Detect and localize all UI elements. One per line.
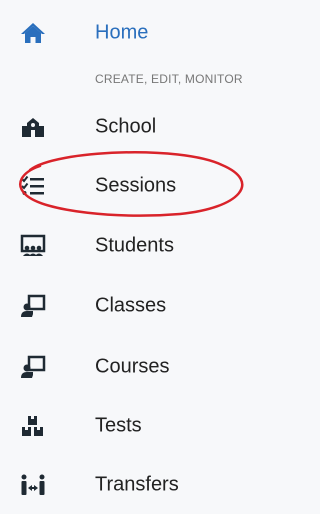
sidebar-item-courses[interactable]: Courses xyxy=(0,339,312,395)
teacher-board-icon xyxy=(20,354,46,380)
sidebar-item-label: Tests xyxy=(95,414,142,437)
sidebar-item-tests[interactable]: Tests xyxy=(0,398,312,454)
boxes-icon xyxy=(20,413,46,439)
sidebar-item-school[interactable]: School xyxy=(0,99,312,155)
sidebar-item-home[interactable]: Home xyxy=(0,5,312,61)
sidebar-item-label: Home xyxy=(95,21,149,44)
sidebar-item-transfers[interactable]: Transfers xyxy=(0,457,312,513)
sidebar-item-label: Students xyxy=(95,234,174,257)
home-icon xyxy=(20,20,46,46)
sidebar-item-label: Courses xyxy=(95,355,170,378)
sidebar-nav: Home CREATE, EDIT, MONITOR School Sessio… xyxy=(0,0,312,514)
transfer-icon xyxy=(20,472,46,498)
sidebar-item-students[interactable]: Students xyxy=(0,218,312,274)
section-header: CREATE, EDIT, MONITOR xyxy=(95,72,243,86)
sidebar-item-classes[interactable]: Classes xyxy=(0,278,312,334)
teacher-board-icon xyxy=(20,293,46,319)
sidebar-item-label: Transfers xyxy=(95,473,179,496)
school-icon xyxy=(20,114,46,140)
sidebar-item-label: School xyxy=(95,115,157,138)
sidebar-item-label: Classes xyxy=(95,294,167,317)
checklist-icon xyxy=(20,173,46,199)
students-icon xyxy=(20,233,46,259)
sidebar-item-label: Sessions xyxy=(95,174,177,197)
sidebar-item-sessions[interactable]: Sessions xyxy=(0,158,312,214)
